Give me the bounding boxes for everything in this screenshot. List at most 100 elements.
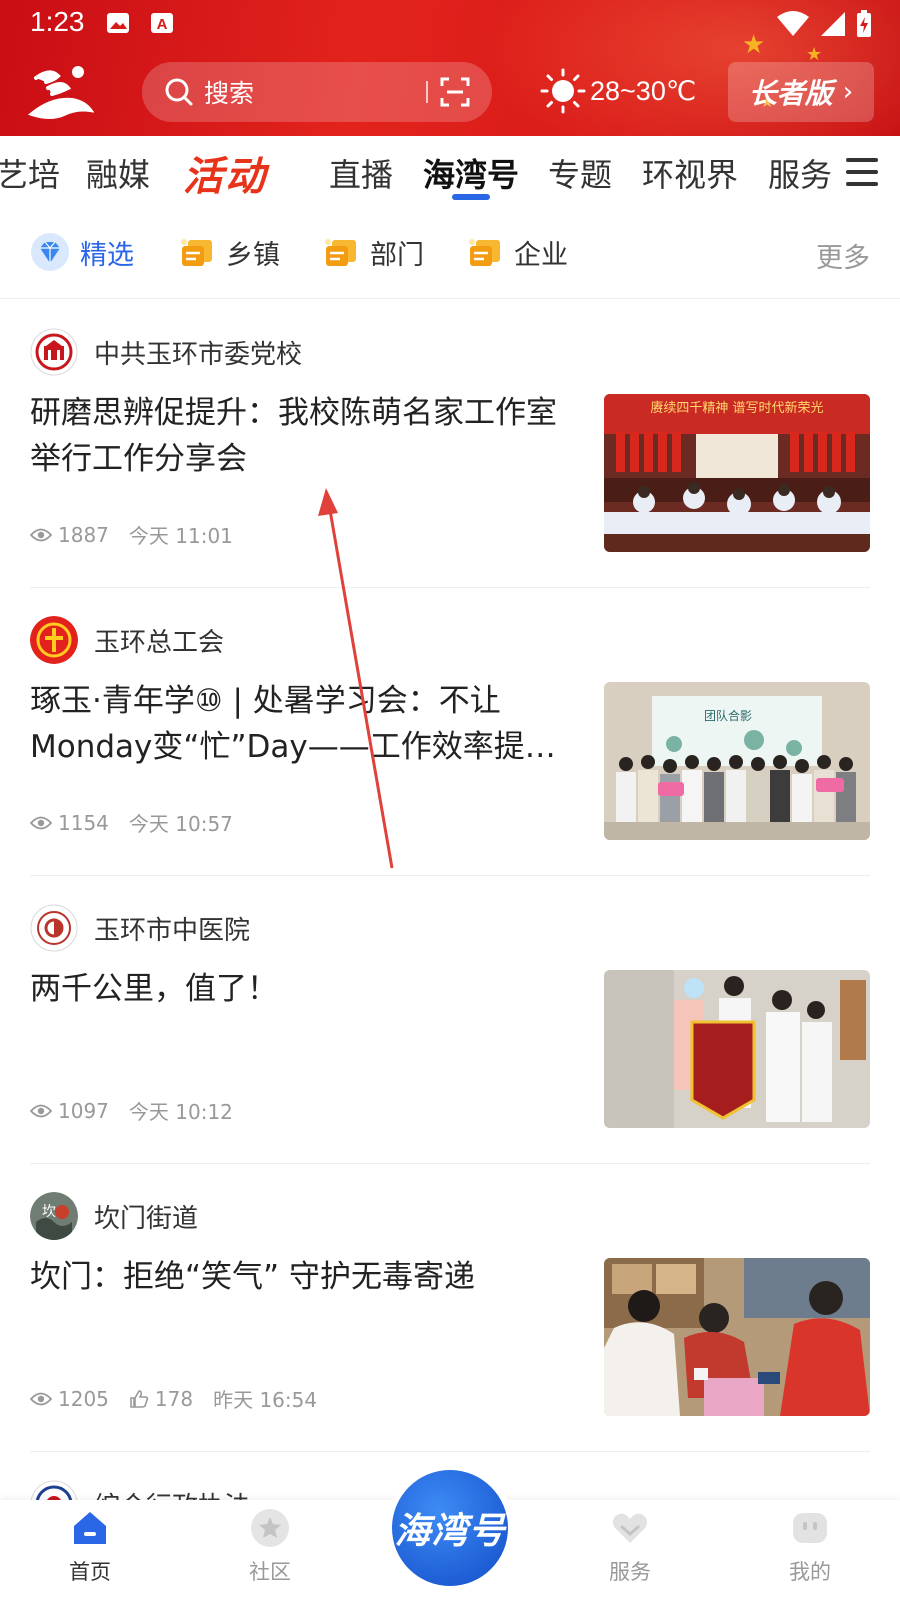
status-bar: 1:23 A — [0, 0, 900, 48]
tab-yipei[interactable]: 艺培 — [0, 150, 60, 196]
star-icon — [251, 1509, 289, 1547]
feed-title[interactable]: 琢玉·青年学⑩ | 处暑学习会：不让Monday变“忙”Day——工作效率提升技… — [30, 678, 582, 770]
section-divider — [0, 298, 900, 299]
tab-zhibo[interactable]: 直播 — [329, 150, 393, 196]
feed-title[interactable]: 两千公里，值了！ — [30, 966, 582, 1012]
feed-source[interactable]: 坎 坎门街道 — [30, 1192, 198, 1240]
feed-thumbnail[interactable]: 赓续四千精神 谱写时代新荣光 — [604, 394, 870, 552]
subcat-enterprises-label: 企业 — [514, 239, 568, 271]
publish-time: 今天 11:01 — [128, 524, 233, 548]
nav-home[interactable]: 首页 — [30, 1508, 150, 1586]
weather-temperature: 28~30℃ — [590, 75, 697, 106]
view-count: 1097 — [58, 1098, 109, 1123]
feed-source-name: 中共玉环市委党校 — [94, 339, 303, 370]
tab-haiwanhao[interactable]: 海湾号 — [423, 150, 519, 196]
active-tab-indicator — [452, 194, 490, 200]
thumbnail-banner-text: 团队合影 — [704, 708, 752, 723]
law-enforcement-avatar — [30, 1480, 78, 1500]
nav-services[interactable]: 服务 — [570, 1508, 690, 1586]
nav-home-label: 首页 — [69, 1560, 111, 1584]
tab-fuwu[interactable]: 服务 — [768, 150, 832, 196]
feed-meta: 1887 今天 11:01 — [30, 520, 233, 549]
feed-item[interactable]: 中共玉环市委党校 研磨思辨促提升：我校陈萌名家工作室举行工作分享会 1887 今… — [30, 300, 870, 588]
view-count: 1887 — [58, 522, 109, 547]
feed-source-name: 玉环市中医院 — [94, 915, 251, 946]
view-count: 1154 — [58, 810, 109, 835]
like-count: 178 — [154, 1386, 194, 1411]
feed-source[interactable]: 中共玉环市委党校 — [30, 328, 302, 376]
subcat-enterprises[interactable]: 企业 — [464, 232, 568, 272]
nav-services-label: 服务 — [609, 1560, 651, 1584]
menu-icon[interactable] — [846, 158, 878, 186]
subcat-featured[interactable]: 精选 — [30, 232, 134, 272]
search-divider — [426, 81, 428, 103]
subcat-departments-label: 部门 — [370, 239, 424, 271]
svg-text:A: A — [157, 16, 168, 33]
heart-icon — [612, 1513, 648, 1543]
feed-meta: 1205 178 昨天 16:54 — [30, 1384, 317, 1413]
tab-rongmei[interactable]: 融媒 — [86, 150, 150, 196]
chat-badge-icon — [181, 239, 212, 266]
weather-widget[interactable]: 28~30℃ — [540, 68, 696, 114]
eye-icon — [30, 1392, 52, 1405]
sun-icon — [540, 68, 586, 114]
subcat-departments[interactable]: 部门 — [320, 232, 424, 272]
subcat-featured-label: 精选 — [80, 239, 134, 271]
feed-thumbnail[interactable] — [604, 1258, 870, 1416]
more-link[interactable]: 更多 — [816, 236, 870, 275]
elder-mode-label: 长者版 — [748, 77, 833, 110]
status-time: 1:23 — [30, 6, 85, 37]
subcat-towns-label: 乡镇 — [226, 239, 280, 271]
subcat-towns[interactable]: 乡镇 — [176, 232, 280, 272]
feed-thumbnail[interactable]: 团队合影 — [604, 682, 870, 840]
elder-mode-button[interactable]: 长者版 › — [728, 62, 874, 122]
channel-tabs: 艺培 融媒 活动 直播 海湾号 专题 环视界 服务 — [0, 136, 900, 208]
hospital-avatar — [30, 904, 78, 952]
nav-haiwanhao-button[interactable]: 海湾号 — [392, 1470, 508, 1586]
feed-source[interactable]: 玉环总工会 — [30, 616, 224, 664]
feed-source-name: 玉环总工会 — [94, 627, 225, 658]
signal-icon — [821, 12, 845, 36]
party-school-avatar — [30, 328, 78, 376]
nav-community-label: 社区 — [249, 1560, 291, 1584]
feed-source-name: 坎门街道 — [94, 1203, 199, 1234]
thumbs-up-icon — [130, 1389, 149, 1408]
feed-source-name: 综合行政执法 — [94, 1486, 250, 1501]
chat-badge-icon — [325, 239, 356, 266]
eye-icon — [30, 528, 52, 541]
feed-meta: 1154 今天 10:57 — [30, 808, 233, 837]
feed-title[interactable]: 坎门：拒绝“笑气” 守护无毒寄递 — [30, 1254, 582, 1300]
feed-thumbnail[interactable] — [604, 970, 870, 1128]
scan-icon[interactable] — [440, 77, 470, 107]
battery-icon — [857, 10, 871, 37]
chat-badge-icon — [469, 239, 500, 266]
svg-text:坎: 坎 — [42, 1204, 56, 1220]
diamond-icon — [31, 233, 69, 271]
home-icon — [74, 1512, 106, 1544]
wifi-icon — [777, 11, 809, 36]
app-logo[interactable] — [28, 64, 94, 124]
tab-zhuanti[interactable]: 专题 — [548, 150, 612, 196]
feed-item[interactable]: 坎 坎门街道 坎门：拒绝“笑气” 守护无毒寄递 1205 178 昨天 16:5… — [30, 1164, 870, 1452]
nav-community[interactable]: 社区 — [210, 1508, 330, 1586]
publish-time: 今天 10:57 — [128, 812, 233, 836]
feed-title[interactable]: 研磨思辨促提升：我校陈萌名家工作室举行工作分享会 — [30, 390, 582, 482]
feed-source[interactable]: 玉环市中医院 — [30, 904, 250, 952]
feed-source[interactable]: 综合行政执法 — [30, 1480, 250, 1500]
feed-item[interactable]: 玉环总工会 琢玉·青年学⑩ | 处暑学习会：不让Monday变“忙”Day——工… — [30, 588, 870, 876]
trade-union-avatar — [30, 616, 78, 664]
nav-profile-label: 我的 — [789, 1560, 831, 1584]
feed-meta: 1097 今天 10:12 — [30, 1096, 233, 1125]
font-icon: A — [151, 13, 173, 33]
kanmen-street-avatar: 坎 — [30, 1192, 78, 1240]
sub-category-bar: 精选 乡镇 部门 企业 更多 — [0, 208, 900, 300]
nav-profile[interactable]: 我的 — [750, 1508, 870, 1586]
feed-item[interactable]: 玉环市中医院 两千公里，值了！ 1097 今天 10:12 — [30, 876, 870, 1164]
publish-time: 昨天 16:54 — [213, 1388, 318, 1412]
profile-icon — [793, 1513, 827, 1543]
thumbnail-banner-text: 赓续四千精神 谱写时代新荣光 — [650, 400, 823, 416]
gallery-icon — [107, 13, 129, 33]
tab-huanshijie[interactable]: 环视界 — [642, 150, 738, 196]
search-bar[interactable]: 搜索 — [142, 62, 492, 122]
tab-activity[interactable]: 活动 — [183, 144, 267, 202]
